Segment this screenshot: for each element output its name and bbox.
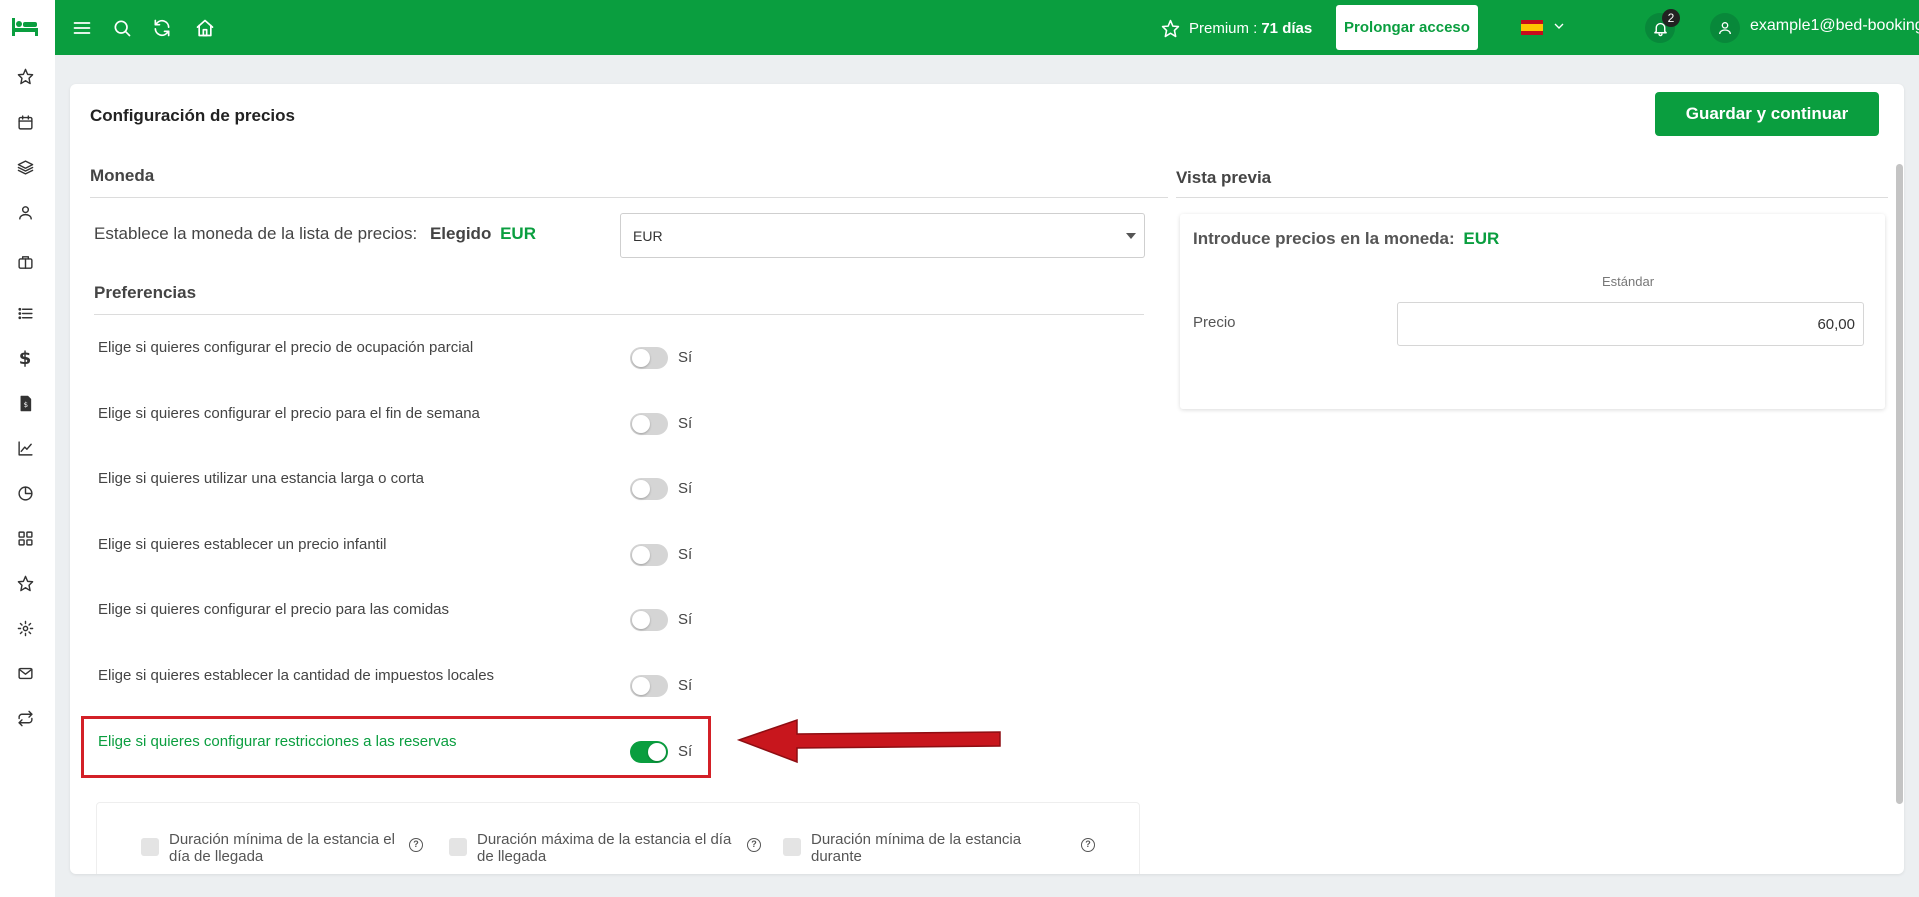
divider [94,314,1144,315]
extend-access-button[interactable]: Prolongar acceso [1336,5,1478,50]
price-input[interactable] [1397,302,1864,346]
svg-text:$: $ [23,400,28,409]
annotation-arrow-icon [737,718,1001,764]
currency-label-text: Establece la moneda de la lista de preci… [94,224,418,243]
currency-section-title: Moneda [90,166,155,185]
topbar: Premium : 71 días Prolongar acceso 2 exa… [55,0,1919,55]
preference-row: Elige si quieres configurar el precio de… [98,339,698,369]
save-continue-button[interactable]: Guardar y continuar [1655,92,1879,136]
price-label: Precio [1193,314,1236,331]
weekend-price-toggle[interactable] [630,413,668,435]
help-icon[interactable]: ? [409,838,423,852]
restriction-checkbox[interactable] [141,838,159,856]
list-icon[interactable] [15,303,35,323]
preference-label: Elige si quieres configurar el precio de… [98,339,474,356]
preview-heading-text: Introduce precios en la moneda: [1193,229,1455,248]
page-title: Configuración de precios [90,106,295,125]
restriction-label: Duración mínima de la estancia durante [811,831,1022,865]
restrictions-panel: Duración mínima de la estancia el día de… [96,802,1140,874]
divider [1176,197,1888,198]
toggle-label: Sí [678,415,693,432]
divider [90,197,1168,198]
help-icon[interactable]: ? [1081,838,1095,852]
currency-select[interactable]: EUR [620,213,1145,258]
restriction-checkbox[interactable] [783,838,801,856]
chosen-currency: EUR [500,224,536,243]
restriction-item: Duración mínima de la estancia durante ? [783,831,1095,871]
preference-label: Elige si quieres establecer la cantidad … [98,667,495,684]
preference-row: Elige si quieres configurar el precio pa… [98,405,698,435]
toggle-label: Sí [678,611,693,628]
star-icon[interactable] [15,66,35,86]
toggle-label: Sí [678,349,693,366]
preference-label: Elige si quieres establecer un precio in… [98,536,387,553]
chevron-down-icon[interactable] [1551,18,1567,34]
mail-icon[interactable] [15,663,35,683]
preview-heading: Introduce precios en la moneda: EUR [1193,229,1499,249]
preference-row: Elige si quieres utilizar una estancia l… [98,470,698,500]
toggle-label: Sí [678,677,693,694]
star-icon [1161,19,1180,37]
home-icon[interactable] [194,17,216,39]
calendar-icon[interactable] [15,112,35,132]
notifications-badge: 2 [1662,9,1680,27]
preference-label: Elige si quieres configurar el precio pa… [98,601,450,618]
premium-label: Premium : [1189,19,1258,37]
caret-down-icon [1126,233,1136,239]
partial-occupancy-toggle[interactable] [630,347,668,369]
preferences-section-title: Preferencias [94,283,197,302]
preference-row: Elige si quieres establecer la cantidad … [98,667,698,697]
preference-row: Elige si quieres configurar el precio pa… [98,601,698,631]
menu-icon[interactable] [71,17,93,39]
currency-label: Establece la moneda de la lista de preci… [94,224,536,244]
chosen-label: Elegido [429,224,492,243]
preference-label: Elige si quieres configurar el precio pa… [98,405,480,422]
child-price-toggle[interactable] [630,544,668,566]
avatar[interactable] [1710,13,1740,43]
pie-chart-icon[interactable] [15,483,35,503]
annotation-highlight-box [81,716,711,778]
local-taxes-toggle[interactable] [630,675,668,697]
restriction-item: Duración mínima de la estancia el día de… [141,831,423,871]
restriction-label: Duración máxima de la estancia el día de… [477,831,732,865]
preference-row: Elige si quieres establecer un precio in… [98,536,698,566]
preference-label: Elige si quieres utilizar una estancia l… [98,470,425,487]
premium-status: Premium : 71 días [1161,17,1312,39]
grid-icon[interactable] [15,528,35,548]
premium-days: 71 días [1261,19,1313,37]
help-icon[interactable]: ? [747,838,761,852]
search-icon[interactable] [111,17,133,39]
user-email[interactable]: example1@bed-booking.com [1750,17,1919,35]
gear-icon[interactable] [15,618,35,638]
chart-icon[interactable] [15,438,35,458]
toggle-label: Sí [678,480,693,497]
pricing-card: Configuración de precios Guardar y conti… [70,84,1904,874]
invoice-icon[interactable]: $ [15,393,35,413]
bed-logo-icon[interactable] [10,14,40,40]
layers-icon[interactable] [15,157,35,177]
user-icon[interactable] [15,202,35,222]
preview-currency: EUR [1463,229,1500,248]
sidebar: $ $ [0,0,55,897]
meals-price-toggle[interactable] [630,609,668,631]
preview-section-title: Vista previa [1176,168,1272,187]
star-icon[interactable] [15,573,35,593]
spain-flag-icon[interactable] [1521,20,1543,35]
toggle-label: Sí [678,546,693,563]
preview-panel: Introduce precios en la moneda: EUR Está… [1180,214,1885,409]
dollar-icon[interactable]: $ [15,348,35,369]
restriction-checkbox[interactable] [449,838,467,856]
user-icon [1719,22,1731,35]
restriction-item: Duración máxima de la estancia el día de… [449,831,761,871]
sync-icon[interactable] [15,708,35,728]
restriction-label: Duración mínima de la estancia el día de… [169,831,395,865]
column-header-standard: Estándar [1602,274,1655,289]
currency-select-value: EUR [633,227,663,244]
briefcase-icon[interactable] [15,252,35,272]
refresh-icon[interactable] [151,17,173,39]
scrollbar[interactable] [1896,164,1903,804]
stay-length-toggle[interactable] [630,478,668,500]
